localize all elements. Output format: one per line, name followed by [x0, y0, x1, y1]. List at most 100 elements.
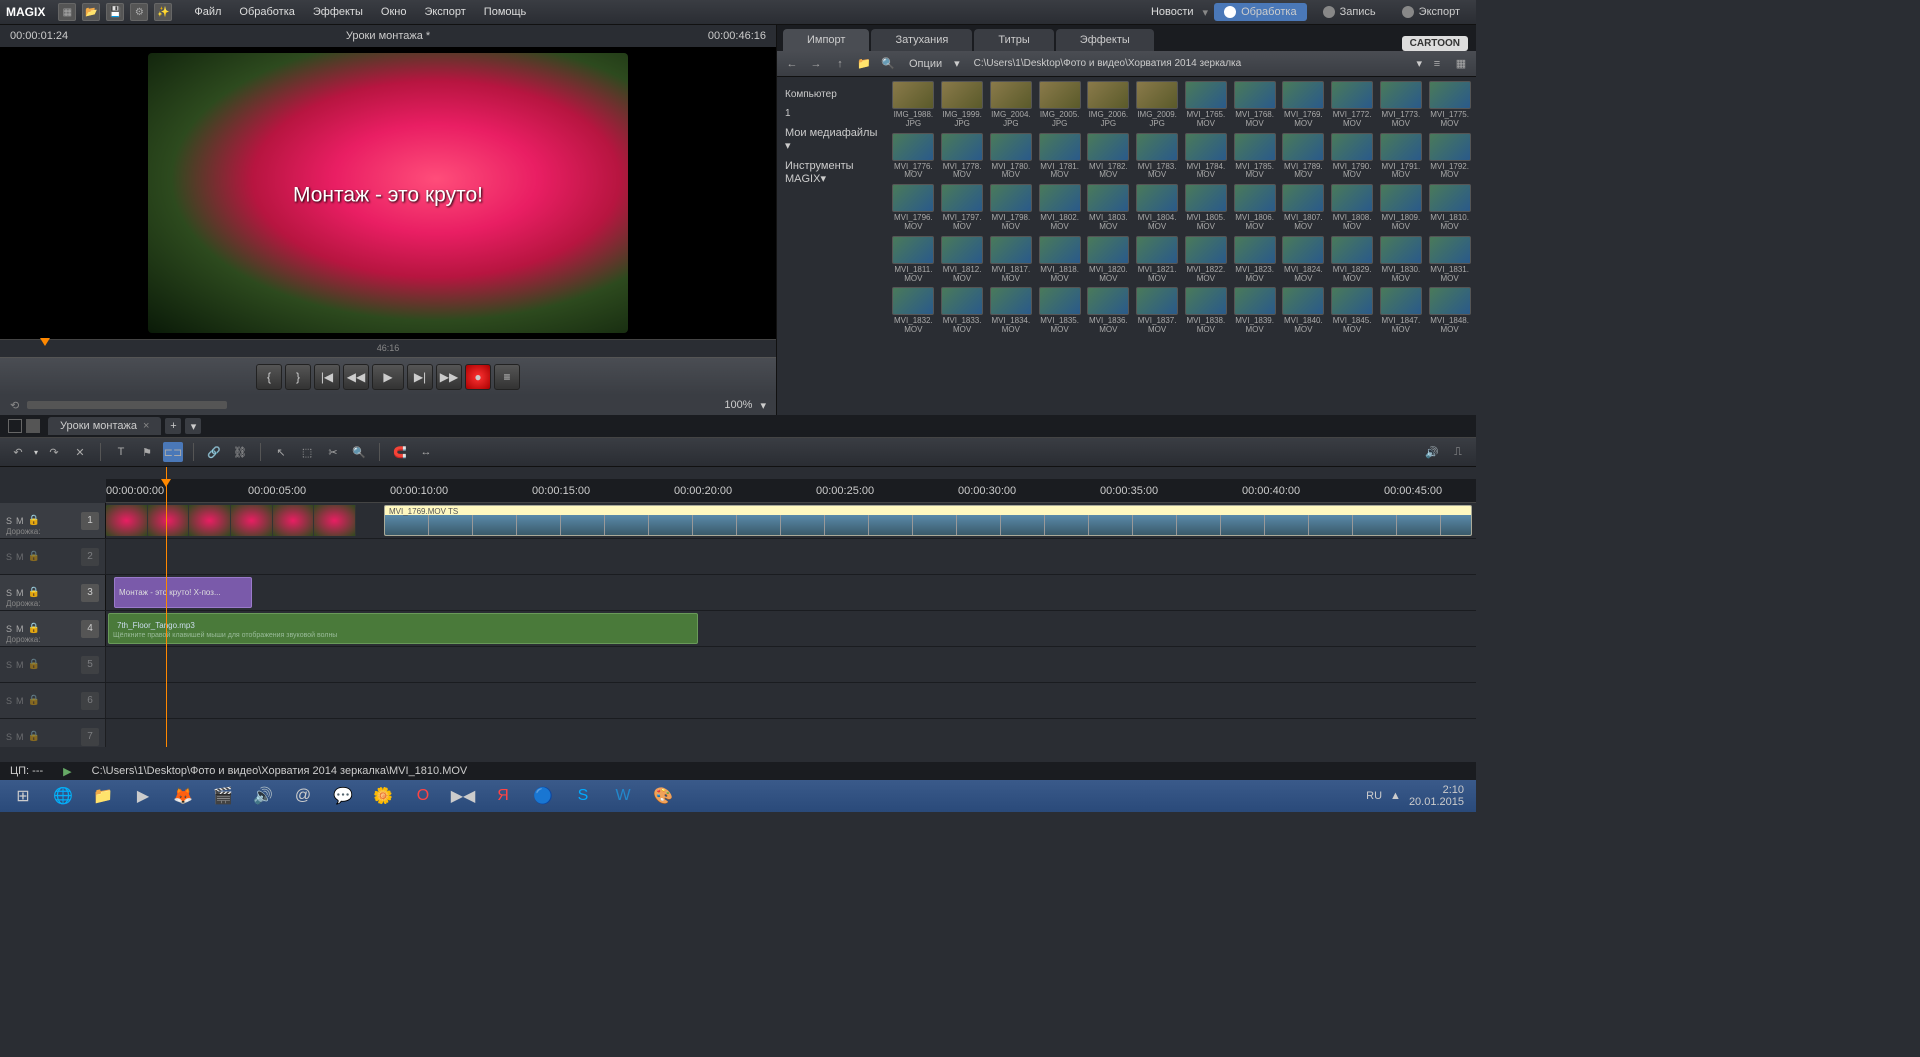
media-thumb[interactable]: MVI_1780.MOV [989, 133, 1034, 181]
list-button[interactable]: ≡ [494, 364, 520, 390]
media-thumb[interactable]: IMG_1999.JPG [940, 81, 985, 129]
stretch-icon[interactable]: ↔ [416, 442, 436, 462]
explorer-icon[interactable]: 📁 [84, 782, 122, 810]
tray-lang[interactable]: RU [1366, 790, 1382, 802]
track-body[interactable] [106, 539, 1476, 574]
tray-flag-icon[interactable]: ▲ [1390, 790, 1401, 802]
lock-icon[interactable]: 🔒 [28, 731, 40, 742]
zoom-icon[interactable]: 🔍 [349, 442, 369, 462]
folder-icon[interactable]: 📁 [855, 55, 873, 73]
menu-file[interactable]: Файл [185, 6, 230, 18]
mute-button[interactable]: M [16, 588, 24, 598]
media-thumb[interactable]: MVI_1811.MOV [891, 236, 936, 284]
lock-icon[interactable]: 🔒 [28, 695, 40, 706]
save-icon[interactable]: 💾 [106, 3, 124, 21]
media-thumb[interactable]: MVI_1778.MOV [940, 133, 985, 181]
media-thumb[interactable]: IMG_1988.JPG [891, 81, 936, 129]
media-thumb[interactable]: MVI_1792.MOV [1427, 133, 1472, 181]
jog-slider[interactable] [27, 401, 227, 409]
media-thumb[interactable]: MVI_1796.MOV [891, 184, 936, 232]
view-grid-icon[interactable] [26, 419, 40, 433]
jog-icon[interactable]: ⟲ [10, 399, 19, 412]
media-thumb[interactable]: MVI_1830.MOV [1379, 236, 1424, 284]
playhead-marker-icon[interactable] [40, 338, 50, 346]
solo-button[interactable]: S [6, 624, 12, 634]
audio-icon[interactable]: 🔊 [1422, 442, 1442, 462]
media-thumb[interactable]: MVI_1834.MOV [989, 287, 1034, 335]
firefox-icon[interactable]: 🦊 [164, 782, 202, 810]
wand-icon[interactable]: ✨ [154, 3, 172, 21]
opera-icon[interactable]: O [404, 782, 442, 810]
news-link[interactable]: Новости [1142, 6, 1203, 18]
side-computer[interactable]: Компьютер [783, 85, 881, 104]
solo-button[interactable]: S [6, 660, 12, 670]
media-thumb[interactable]: MVI_1781.MOV [1037, 133, 1082, 181]
video-clip[interactable]: MVI_1769.MOV TS [384, 505, 1472, 536]
redo-icon[interactable]: ↷ [44, 442, 64, 462]
media-thumb[interactable]: MVI_1848.MOV [1427, 287, 1472, 335]
wmp-icon[interactable]: ▶ [124, 782, 162, 810]
menu-window[interactable]: Окно [372, 6, 416, 18]
add-tab-button[interactable]: + [165, 418, 181, 434]
view-single-icon[interactable] [8, 419, 22, 433]
media-thumb[interactable]: MVI_1833.MOV [940, 287, 985, 335]
viber-icon[interactable]: 💬 [324, 782, 362, 810]
media-thumb[interactable]: MVI_1817.MOV [989, 236, 1034, 284]
track-header[interactable]: S M 🔒 2 [0, 539, 106, 574]
chevron-down-icon[interactable]: ▾ [954, 57, 960, 70]
range-start-button[interactable]: { [256, 364, 282, 390]
solo-button[interactable]: S [6, 696, 12, 706]
chevron-down-icon[interactable]: ▾ [34, 448, 38, 457]
track-body[interactable] [106, 683, 1476, 718]
media-thumb[interactable]: MVI_1772.MOV [1330, 81, 1375, 129]
link-icon[interactable]: 🔗 [204, 442, 224, 462]
path-text[interactable]: C:\Users\1\Desktop\Фото и видео\Хорватия… [966, 58, 1411, 69]
menu-effects[interactable]: Эффекты [304, 6, 372, 18]
preview-scrubber[interactable]: 46:16 [0, 339, 776, 357]
track-body[interactable] [106, 719, 1476, 747]
media-thumb[interactable]: MVI_1836.MOV [1086, 287, 1131, 335]
tab-menu-button[interactable]: ▾ [185, 418, 201, 434]
project-tab[interactable]: Уроки монтажа × [48, 417, 161, 435]
media-thumb[interactable]: MVI_1835.MOV [1037, 287, 1082, 335]
play-button[interactable]: ▶ [372, 364, 404, 390]
mute-button[interactable]: M [16, 732, 24, 742]
settings-icon[interactable]: ⚙ [130, 3, 148, 21]
media-thumb[interactable]: MVI_1798.MOV [989, 184, 1034, 232]
media-thumb[interactable]: MVI_1805.MOV [1184, 184, 1229, 232]
track-body[interactable]: 7th_Floor_Tango.mp3Щёлкните правой клави… [106, 611, 1476, 646]
undo-icon[interactable]: ↶ [8, 442, 28, 462]
media-thumb[interactable]: IMG_2009.JPG [1135, 81, 1180, 129]
media-thumb[interactable]: MVI_1809.MOV [1379, 184, 1424, 232]
media-thumb[interactable]: MVI_1808.MOV [1330, 184, 1375, 232]
track-body[interactable]: Монтаж - это круто! X-поз... [106, 575, 1476, 610]
title-clip[interactable]: Монтаж - это круто! X-поз... [114, 577, 252, 608]
chevron-down-icon[interactable]: ▾ [1203, 6, 1209, 19]
media-thumb[interactable]: MVI_1769.MOV [1281, 81, 1326, 129]
media-thumb[interactable]: MVI_1804.MOV [1135, 184, 1180, 232]
media-thumb[interactable]: MVI_1810.MOV [1427, 184, 1472, 232]
track-header[interactable]: S M 🔒 Дорожка: 3 [0, 575, 106, 610]
record-button[interactable]: ● [465, 364, 491, 390]
lock-icon[interactable]: 🔒 [28, 515, 40, 526]
mode-export-button[interactable]: Экспорт [1392, 3, 1470, 21]
select-icon[interactable]: ⬚ [297, 442, 317, 462]
ie-icon[interactable]: 🌐 [44, 782, 82, 810]
view-grid-icon[interactable]: ▦ [1452, 55, 1470, 73]
lock-icon[interactable]: 🔒 [28, 659, 40, 670]
mixer-icon[interactable]: ⎍ [1448, 442, 1468, 462]
audio-clip[interactable]: 7th_Floor_Tango.mp3Щёлкните правой клави… [108, 613, 698, 644]
mail-icon[interactable]: @ [284, 782, 322, 810]
menu-export[interactable]: Экспорт [415, 6, 474, 18]
lock-icon[interactable]: 🔒 [28, 587, 40, 598]
media-thumb[interactable]: MVI_1818.MOV [1037, 236, 1082, 284]
mute-button[interactable]: M [16, 660, 24, 670]
mute-button[interactable]: M [16, 552, 24, 562]
chapter-icon[interactable]: ⊏⊐ [163, 442, 183, 462]
system-tray[interactable]: RU ▲ 2:10 20.01.2015 [1358, 784, 1472, 808]
media-thumb[interactable]: IMG_2004.JPG [989, 81, 1034, 129]
binoculars-icon[interactable]: 🔍 [879, 55, 897, 73]
marker-icon[interactable]: ⚑ [137, 442, 157, 462]
tab-import[interactable]: Импорт [783, 29, 869, 51]
solo-button[interactable]: S [6, 732, 12, 742]
